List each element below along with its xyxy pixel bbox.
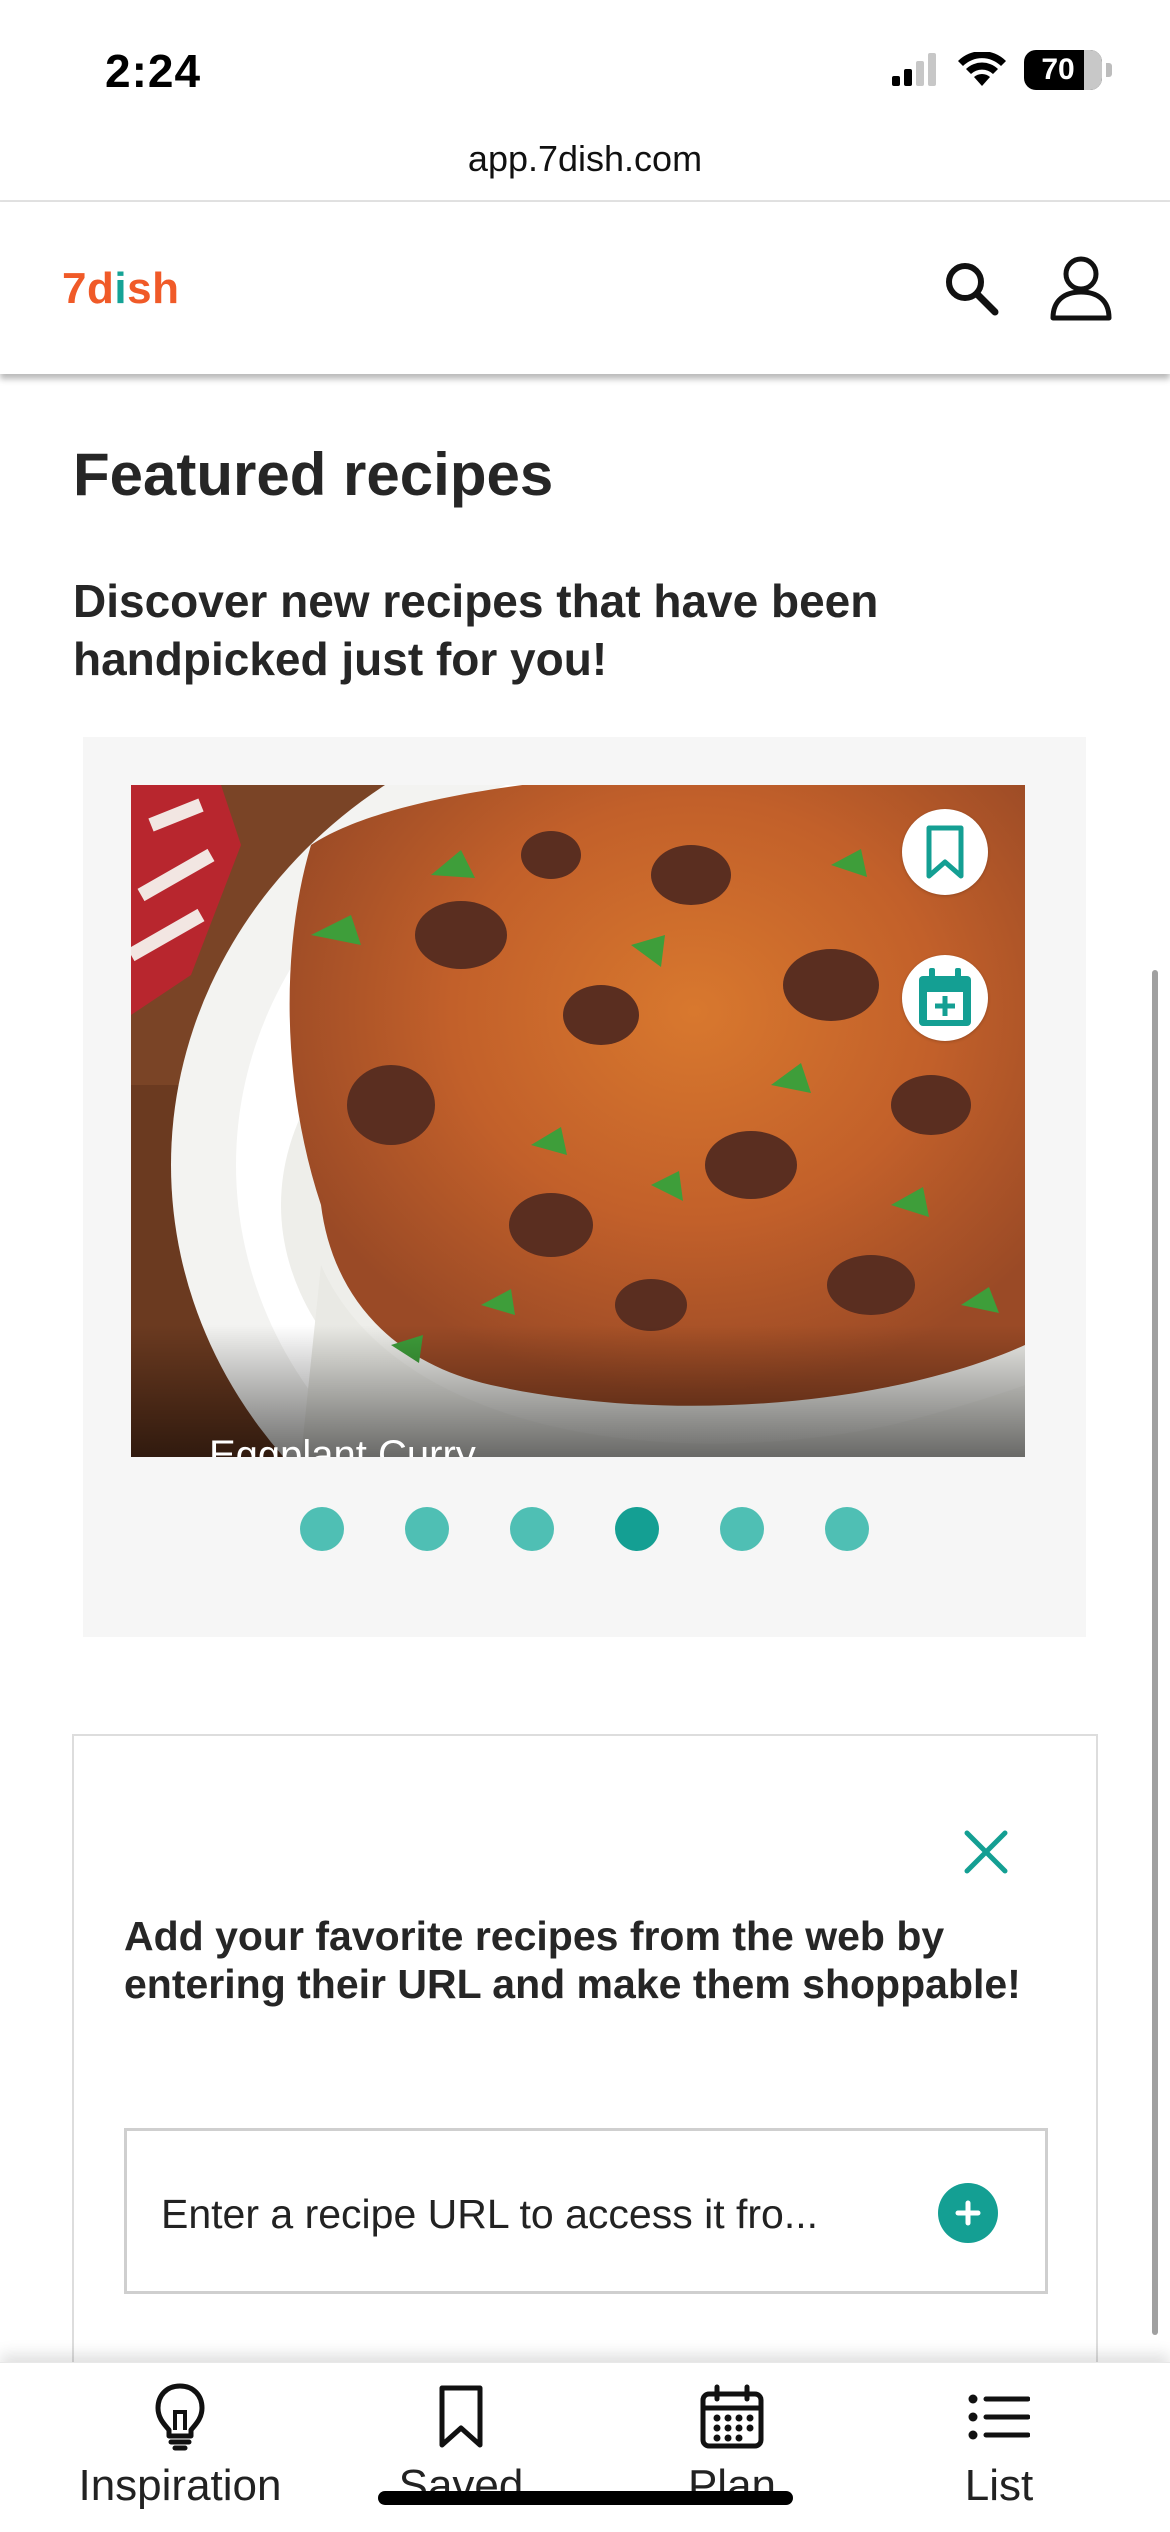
scrollbar[interactable] bbox=[1152, 970, 1158, 2335]
signal-icon bbox=[892, 53, 936, 86]
carousel-dot-active[interactable] bbox=[615, 1507, 659, 1551]
logo-prefix: 7d bbox=[62, 264, 115, 313]
battery-tip bbox=[1106, 63, 1112, 77]
featured-carousel[interactable]: Eggplant Curry bbox=[83, 737, 1086, 1637]
wifi-icon bbox=[958, 52, 1006, 86]
add-to-plan-button[interactable] bbox=[902, 955, 988, 1041]
profile-icon bbox=[1050, 256, 1112, 321]
battery-icon: 70 bbox=[1024, 50, 1102, 90]
profile-button[interactable] bbox=[1045, 252, 1117, 324]
status-time: 2:24 bbox=[105, 45, 202, 97]
recipe-title[interactable]: Eggplant Curry bbox=[209, 1433, 476, 1457]
carousel-dots bbox=[83, 1507, 1086, 1551]
search-icon bbox=[946, 263, 999, 316]
add-recipe-url-card: Add your favorite recipes from the web b… bbox=[72, 1734, 1098, 2434]
search-button[interactable] bbox=[935, 252, 1007, 324]
bookmark-icon bbox=[439, 2385, 483, 2448]
calendar-icon bbox=[700, 2384, 764, 2449]
app-header: 7dish bbox=[0, 202, 1170, 374]
bookmark-icon bbox=[926, 825, 964, 879]
status-icons: 70 bbox=[890, 50, 1112, 90]
battery-level: 70 bbox=[1041, 53, 1075, 86]
carousel-dot[interactable] bbox=[300, 1507, 344, 1551]
calendar-add-icon bbox=[919, 968, 971, 1026]
browser-url[interactable]: app.7dish.com bbox=[0, 138, 1170, 180]
nav-label-inspiration: Inspiration bbox=[78, 2461, 282, 2510]
page-subtitle: Discover new recipes that have been hand… bbox=[73, 575, 879, 685]
page-title: Featured recipes bbox=[73, 441, 554, 508]
carousel-dot[interactable] bbox=[825, 1507, 869, 1551]
recipe-photo bbox=[131, 785, 1025, 1457]
add-icon bbox=[955, 2200, 981, 2226]
brand-logo[interactable]: 7dish bbox=[62, 264, 179, 314]
nav-item-list[interactable]: List bbox=[869, 2381, 1129, 2521]
nav-item-inspiration[interactable]: Inspiration bbox=[50, 2381, 310, 2521]
list-icon bbox=[968, 2394, 1030, 2440]
nav-label-list: List bbox=[964, 2461, 1034, 2510]
add-recipe-description: Add your favorite recipes from the web b… bbox=[124, 1913, 1021, 2007]
carousel-dot[interactable] bbox=[720, 1507, 764, 1551]
bottom-nav: Inspiration Saved Plan List bbox=[0, 2362, 1170, 2532]
save-recipe-button[interactable] bbox=[902, 809, 988, 895]
add-url-button[interactable] bbox=[938, 2183, 998, 2243]
recipe-url-input[interactable] bbox=[161, 2181, 941, 2247]
recipe-url-field[interactable] bbox=[124, 2128, 1048, 2294]
carousel-dot[interactable] bbox=[405, 1507, 449, 1551]
close-icon bbox=[964, 1830, 1008, 1874]
recipe-slide[interactable]: Eggplant Curry bbox=[131, 785, 1025, 1457]
close-card-button[interactable] bbox=[956, 1822, 1016, 1882]
status-bar: 2:24 70 app.7dish.com bbox=[0, 0, 1170, 179]
logo-suffix: sh bbox=[127, 264, 180, 313]
lightbulb-icon bbox=[155, 2383, 205, 2451]
home-indicator[interactable] bbox=[378, 2491, 793, 2505]
carousel-dot[interactable] bbox=[510, 1507, 554, 1551]
logo-accent: i bbox=[114, 264, 128, 313]
